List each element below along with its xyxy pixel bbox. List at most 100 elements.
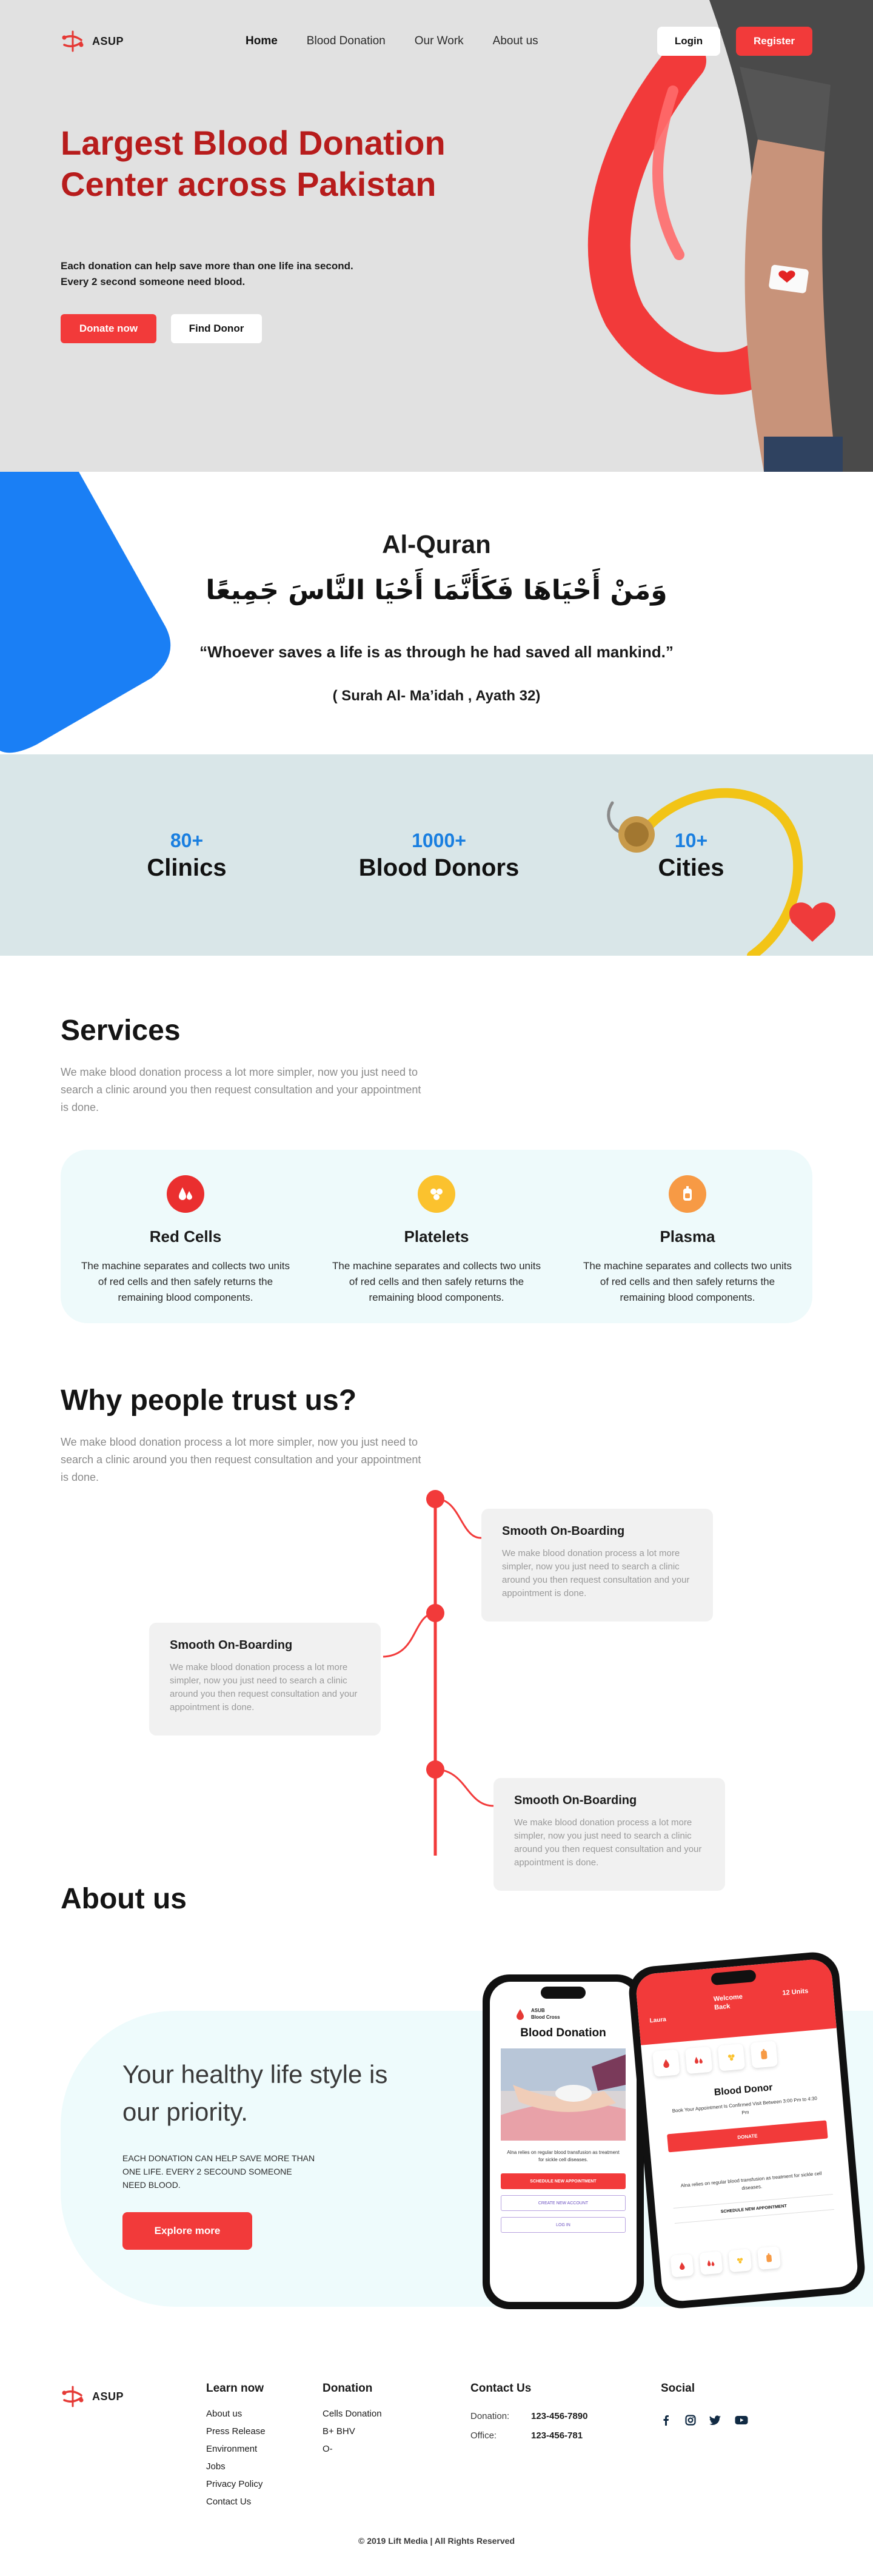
bottom-blood-icon[interactable] [670,2253,694,2278]
contact-value[interactable]: 123-456-781 [531,2430,583,2441]
trust-card-title: Smooth On-Boarding [502,1524,625,1538]
footer-link-privacy-policy[interactable]: Privacy Policy [206,2479,266,2497]
footer-brand-logo[interactable]: ASUP [61,2384,124,2409]
app-caption-2: Alna relies on regular blood transfusion… [680,2170,822,2192]
footer-donation-links: Cells Donation B+ BHV O- [323,2409,382,2461]
category-blood-icon[interactable] [652,2049,680,2077]
stat-donors-label: Blood Donors [358,854,520,881]
hero-title: Largest Blood Donation Center across Pak… [61,124,446,203]
trust-card-description: We make blood donation process a lot mor… [170,1662,358,1712]
hero-section: ASUP Home Blood Donation Our Work About … [0,0,873,472]
hero-arm-illustration [587,0,873,472]
quran-quote: “Whoever saves a life is as through he h… [199,643,674,661]
service-platelets[interactable]: Platelets The machine separates and coll… [327,1175,546,1306]
app-login-button[interactable]: LOG IN [501,2217,626,2233]
plasma-bag-icon [669,1175,706,1213]
blood-drop-icon [517,2009,524,2020]
phone-mockup-blood-donation: ASUB Blood Cross Blood Donation Alna rel… [483,1974,644,2309]
donate-now-button[interactable]: Donate now [61,314,156,343]
trust-card-description: We make blood donation process a lot mor… [502,1548,690,1598]
footer-contact-title: Contact Us [470,2382,532,2395]
app-org-line2: Blood Cross [531,2014,560,2020]
stat-donors: 1000+ Blood Donors [348,830,530,882]
category-plasma-icon[interactable] [750,2041,778,2068]
nav-link-home[interactable]: Home [246,35,278,48]
services-title: Services [61,1015,181,1047]
footer-link-about-us[interactable]: About us [206,2409,266,2426]
footer-brand-name: ASUP [92,2390,124,2403]
contact-value[interactable]: 123-456-7890 [531,2411,587,2421]
asup-logo-icon [62,30,84,52]
timeline-graphic [383,1490,495,1856]
app-caption: Alna relies on regular blood transfusion… [507,2150,620,2162]
register-button[interactable]: Register [736,27,812,56]
nav-link-our-work[interactable]: Our Work [415,35,464,48]
footer-link-o-minus[interactable]: O- [323,2444,382,2461]
login-button[interactable]: Login [657,27,720,56]
phone-screen: ASUB Blood Cross Blood Donation Alna rel… [490,1982,637,2302]
services-card: Red Cells The machine separates and coll… [61,1150,812,1323]
quran-arabic-verse: وَمَنْ أَحْيَاهَا فَكَأَنَّمَا أَحْيَا ا… [206,575,667,606]
about-title: About us [61,1883,187,1915]
nav-links: Home Blood Donation Our Work About us [246,35,538,48]
hero-subtitle: Each donation can help save more than on… [61,258,400,290]
brand-logo[interactable]: ASUP [61,29,124,53]
app-bottom-category-row [670,2246,781,2278]
find-donor-button[interactable]: Find Donor [171,314,262,343]
service-red-cells[interactable]: Red Cells The machine separates and coll… [76,1175,295,1306]
contact-label: Donation: [470,2411,510,2421]
footer-learn-links: About us Press Release Environment Jobs … [206,2409,266,2514]
explore-more-button[interactable]: Explore more [122,2212,252,2250]
bottom-platelets-icon[interactable] [728,2249,752,2273]
brand-name: ASUP [92,35,124,47]
footer-donation-title: Donation [323,2382,373,2395]
instagram-icon[interactable] [685,2415,696,2426]
app-create-account-button[interactable]: CREATE NEW ACCOUNT [501,2195,626,2211]
top-navbar: ASUP Home Blood Donation Our Work About … [61,27,812,56]
service-description: The machine separates and collects two u… [583,1260,792,1303]
facebook-icon[interactable] [661,2415,672,2426]
service-name: Plasma [660,1227,715,1246]
app-schedule-link[interactable]: SCHEDULE NEW APPOINTMENT [673,2194,834,2224]
stat-clinics-number: 80+ [170,830,204,851]
trust-title: Why people trust us? [61,1384,357,1417]
category-red-cells-icon[interactable] [684,2046,713,2075]
footer-link-press-release[interactable]: Press Release [206,2426,266,2444]
platelets-icon [418,1175,455,1213]
footer-link-b-plus[interactable]: B+ BHV [323,2426,382,2444]
trust-card-description: We make blood donation process a lot mor… [514,1817,702,1868]
youtube-icon[interactable] [735,2415,748,2426]
footer-link-contact-us[interactable]: Contact Us [206,2497,266,2514]
quran-reference: ( Surah Al- Ma’idah , Ayath 32) [332,688,541,704]
bottom-plasma-icon[interactable] [757,2246,781,2270]
twitter-icon[interactable] [709,2415,721,2426]
footer-learn-title: Learn now [206,2382,264,2395]
social-icons [661,2415,748,2426]
hero-buttons: Donate now Find Donor [61,314,262,343]
footer-link-environment[interactable]: Environment [206,2444,266,2461]
app-donate-button[interactable]: DONATE [667,2120,828,2153]
blood-drops-icon [167,1175,204,1213]
bottom-red-cells-icon[interactable] [699,2251,723,2275]
trust-card-title: Smooth On-Boarding [170,1639,293,1652]
trust-card-1: Smooth On-Boarding We make blood donatio… [481,1509,713,1622]
footer-contact-donation: Donation: 123-456-7890 [470,2411,587,2421]
blue-drop-shape [0,472,171,753]
category-platelets-icon[interactable] [717,2044,746,2071]
phone-screen: Laura Welcome Back 12 Units Blood Donor … [634,1957,860,2303]
app-heading: Blood Donation [520,2027,606,2039]
trust-card-2: Smooth On-Boarding We make blood donatio… [149,1623,381,1736]
nav-actions: Login Register [657,27,812,56]
app-schedule-button[interactable]: SCHEDULE NEW APPOINTMENT [501,2173,626,2189]
footer-link-jobs[interactable]: Jobs [206,2461,266,2479]
service-name: Platelets [404,1227,469,1246]
stat-clinics: 80+ Clinics [126,830,247,882]
nav-link-blood-donation[interactable]: Blood Donation [307,35,386,48]
nav-link-about-us[interactable]: About us [493,35,538,48]
footer-link-cells-donation[interactable]: Cells Donation [323,2409,382,2426]
services-description: We make blood donation process a lot mor… [61,1066,421,1113]
service-plasma[interactable]: Plasma The machine separates and collect… [578,1175,797,1306]
trust-description: We make blood donation process a lot mor… [61,1436,421,1483]
app-header: ASUB Blood Cross [514,2007,560,2021]
quran-title: Al-Quran [382,530,491,558]
